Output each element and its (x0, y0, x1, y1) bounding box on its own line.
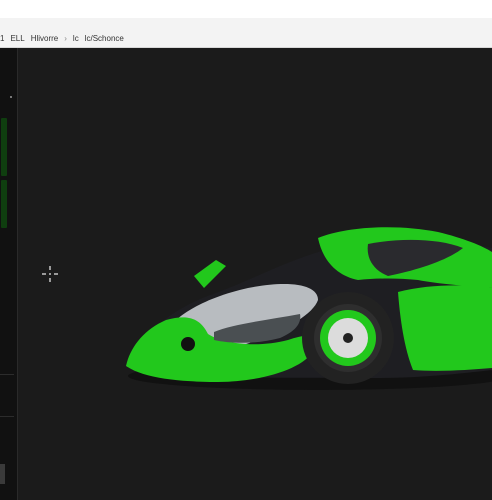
window-top-strip (0, 0, 492, 18)
sidebar-dot-icon (10, 96, 12, 98)
car-logo (179, 335, 197, 353)
breadcrumb-item[interactable]: Hlivorre (31, 34, 59, 43)
sidebar-scrollbar[interactable] (0, 464, 5, 484)
breadcrumb-item[interactable]: ELL (10, 34, 24, 43)
sidebar-item[interactable] (1, 180, 7, 228)
car-wheel-center (343, 333, 353, 343)
sidebar-item-selected[interactable] (1, 118, 7, 176)
image-viewer[interactable] (18, 48, 492, 500)
car-side-green (398, 285, 492, 371)
sidebar (0, 48, 18, 500)
breadcrumb-item[interactable]: lc (73, 34, 79, 43)
breadcrumb-item[interactable]: 1 (0, 34, 4, 43)
car-fender-green (194, 260, 226, 288)
breadcrumb: 1 ELL Hlivorre › lc lc/Schonce (0, 34, 124, 43)
title-bar: 1 ELL Hlivorre › lc lc/Schonce (0, 0, 492, 48)
breadcrumb-separator-icon: › (64, 34, 67, 43)
sidebar-divider (0, 374, 14, 375)
sidebar-divider (0, 416, 14, 417)
breadcrumb-item[interactable]: lc/Schonce (85, 34, 124, 43)
car-image (126, 227, 492, 390)
